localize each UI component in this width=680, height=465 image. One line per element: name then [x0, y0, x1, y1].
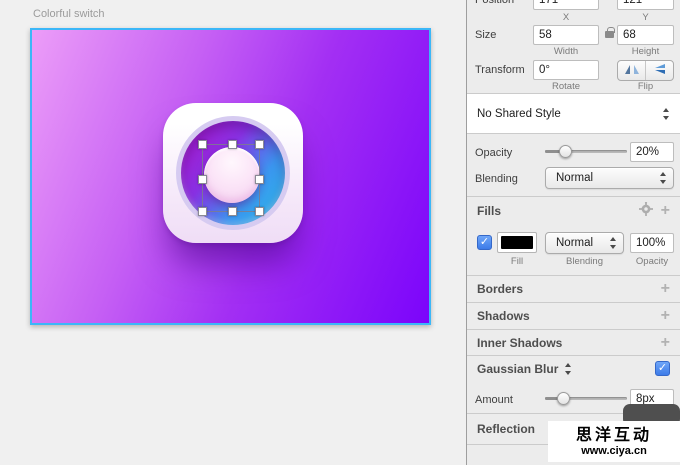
position-x-sublabel: X: [533, 12, 599, 23]
add-shadow-icon[interactable]: +: [661, 308, 670, 324]
selection-handle-top-right[interactable]: [255, 140, 264, 149]
size-height-input[interactable]: 68: [617, 25, 674, 45]
add-inner-shadow-icon[interactable]: +: [661, 335, 670, 351]
blending-label: Blending: [475, 173, 518, 185]
fill-blending-sublabel: Blending: [545, 256, 624, 267]
amount-slider[interactable]: [545, 392, 627, 405]
fill-sublabel: Fill: [497, 256, 537, 267]
stepper-arrows-icon: [662, 108, 670, 120]
shadows-section-header: Shadows +: [467, 303, 680, 329]
selection-handle-bottom-right[interactable]: [255, 207, 264, 216]
shadows-header-label: Shadows: [477, 309, 530, 323]
fills-section-header: Fills +: [467, 197, 680, 224]
flip-vertical-icon: [653, 62, 667, 80]
flip-horizontal-icon: [624, 62, 640, 80]
lock-icon[interactable]: [605, 31, 614, 38]
opacity-slider[interactable]: [545, 145, 627, 158]
inner-shadows-header-label: Inner Shadows: [477, 336, 562, 350]
blending-value: Normal: [556, 172, 593, 184]
flip-sublabel: Flip: [617, 81, 674, 92]
inspector-panel: Position 171 121 X Y Size 58 68 Width He…: [466, 0, 680, 465]
watermark: 思洋互动 www.ciya.cn: [548, 421, 680, 462]
fill-opacity-input[interactable]: 100%: [630, 233, 674, 253]
switch-icon-artwork[interactable]: [163, 103, 303, 243]
opacity-label: Opacity: [475, 147, 512, 159]
blending-dropdown[interactable]: Normal: [545, 167, 674, 189]
fill-opacity-sublabel: Opacity: [630, 256, 674, 267]
fills-header-label: Fills: [477, 204, 501, 218]
transform-label: Transform: [475, 64, 525, 76]
position-label: Position: [475, 0, 514, 6]
position-y-sublabel: Y: [617, 12, 674, 23]
gaussian-blur-section-header: Gaussian Blur: [467, 356, 680, 382]
stepper-arrows-icon: [659, 172, 667, 184]
selection-handle-bottom-left[interactable]: [198, 207, 207, 216]
position-x-input[interactable]: 171: [533, 0, 599, 10]
position-y-input[interactable]: 121: [617, 0, 674, 10]
reflection-header-label: Reflection: [477, 422, 535, 436]
watermark-url: www.ciya.cn: [581, 445, 647, 457]
selection-handle-bottom-mid[interactable]: [228, 207, 237, 216]
fill-color-swatch[interactable]: [497, 232, 537, 253]
selection-bounding-box[interactable]: [202, 144, 260, 212]
opacity-value-input[interactable]: 20%: [630, 142, 674, 162]
flip-vertical-button[interactable]: [645, 61, 673, 80]
gaussian-blur-checkbox[interactable]: ✓: [655, 361, 670, 376]
selection-handle-mid-left[interactable]: [198, 175, 207, 184]
add-fill-icon[interactable]: +: [661, 203, 670, 219]
size-label: Size: [475, 29, 496, 41]
canvas-area[interactable]: Colorful switch: [0, 0, 467, 465]
size-width-sublabel: Width: [533, 46, 599, 57]
rotate-sublabel: Rotate: [533, 81, 599, 92]
borders-header-label: Borders: [477, 282, 523, 296]
fill-blending-value: Normal: [556, 237, 593, 249]
selection-handle-top-left[interactable]: [198, 140, 207, 149]
gear-icon[interactable]: [639, 202, 653, 220]
selection-handle-top-mid[interactable]: [228, 140, 237, 149]
shared-style-selector[interactable]: No Shared Style: [467, 94, 680, 134]
fill-enabled-checkbox[interactable]: ✓: [477, 235, 492, 250]
flip-control: [617, 60, 674, 81]
inner-shadows-section-header: Inner Shadows +: [467, 330, 680, 355]
artboard-title[interactable]: Colorful switch: [33, 8, 105, 20]
fill-color-black: [501, 236, 533, 249]
blur-type-stepper-icon[interactable]: [564, 363, 572, 375]
stepper-arrows-icon: [609, 237, 617, 249]
gaussian-blur-header-label: Gaussian Blur: [477, 362, 558, 376]
app-window: Colorful switch Position 171: [0, 0, 680, 465]
opacity-slider-thumb[interactable]: [559, 145, 572, 158]
amount-slider-thumb[interactable]: [557, 392, 570, 405]
shared-style-value: No Shared Style: [477, 108, 561, 120]
size-height-sublabel: Height: [617, 46, 674, 57]
flip-horizontal-button[interactable]: [618, 61, 645, 80]
selection-handle-mid-right[interactable]: [255, 175, 264, 184]
add-border-icon[interactable]: +: [661, 281, 670, 297]
watermark-title: 思洋互动: [576, 427, 652, 445]
amount-label: Amount: [475, 394, 513, 406]
size-width-input[interactable]: 58: [533, 25, 599, 45]
borders-section-header: Borders +: [467, 276, 680, 302]
artboard[interactable]: [30, 28, 431, 325]
fill-blending-dropdown[interactable]: Normal: [545, 232, 624, 254]
rotate-input[interactable]: 0°: [533, 60, 599, 80]
